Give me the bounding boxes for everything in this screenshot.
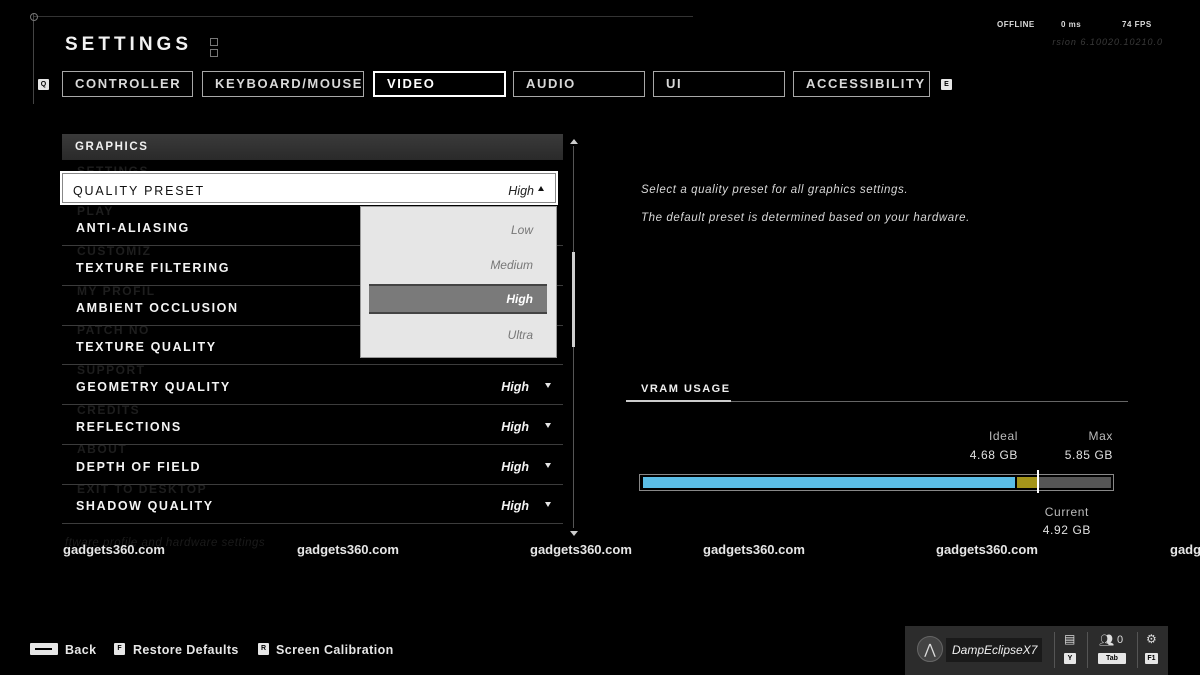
caret-down-icon	[545, 463, 551, 468]
setting-row-reflections[interactable]: REFLECTIONS High	[62, 407, 563, 445]
setting-value: High	[501, 499, 529, 513]
dropdown-option-low[interactable]: Low	[369, 215, 547, 245]
gear-icon[interactable]: ⚙	[1146, 632, 1157, 646]
vram-title: VRAM USAGE	[641, 383, 731, 395]
description-line-1: Select a quality preset for all graphics…	[641, 184, 909, 196]
setting-label: TEXTURE FILTERING	[76, 261, 231, 275]
network-status: OFFLINE	[997, 20, 1035, 29]
vram-bar-ideal-fill	[643, 477, 1016, 488]
profile-divider	[1137, 632, 1138, 668]
tab-next-key[interactable]: E	[941, 79, 952, 90]
vram-current-marker	[1036, 470, 1039, 493]
watermark-text: gadgets360.com	[63, 542, 165, 557]
vram-bar-remaining	[1038, 477, 1111, 488]
tab-accessibility[interactable]: ACCESSIBILITY	[793, 71, 930, 97]
setting-value: High	[501, 380, 529, 394]
tab-keyboard-mouse[interactable]: KEYBOARD/MOUSE	[202, 71, 364, 97]
calibration-key[interactable]: R	[258, 643, 269, 655]
caret-down-icon	[545, 502, 551, 507]
vram-max-value: 5.85 GB	[1064, 448, 1113, 462]
caret-up-icon	[538, 186, 544, 191]
tab-ui[interactable]: UI	[653, 71, 785, 97]
version-text: rsion 6.10020.10210.0	[1052, 37, 1163, 47]
watermark-text: gadgets360.com	[297, 542, 399, 557]
header-accent-line	[33, 14, 34, 104]
setting-row-quality-preset[interactable]: QUALITY PRESET High	[60, 171, 558, 205]
back-key-icon[interactable]	[30, 643, 58, 655]
vram-bar-over-fill	[1017, 477, 1037, 488]
header-accent-dot	[30, 13, 38, 21]
setting-label: GEOMETRY QUALITY	[76, 380, 231, 394]
avatar[interactable]: ⋀	[917, 636, 943, 662]
watermark-text: gadgets360.com	[936, 542, 1038, 557]
scrollbar-thumb[interactable]	[572, 252, 575, 347]
profile-divider	[1087, 632, 1088, 668]
vram-ideal-value: 4.68 GB	[969, 448, 1018, 462]
friends-count: 0	[1117, 634, 1124, 646]
setting-row-shadow-quality[interactable]: SHADOW QUALITY High	[62, 486, 563, 524]
setting-label: REFLECTIONS	[76, 420, 182, 434]
setting-value: High	[508, 184, 534, 198]
setting-row-depth-of-field[interactable]: DEPTH OF FIELD High	[62, 447, 563, 485]
vram-current-label: Current	[1044, 505, 1089, 519]
header-rule	[33, 16, 693, 17]
section-header: GRAPHICS	[62, 134, 563, 160]
profile-divider	[1054, 632, 1055, 668]
watermark-text: gadgets360.com	[1170, 542, 1200, 557]
quality-preset-dropdown: Low Medium High Ultra	[360, 206, 557, 358]
setting-label: AMBIENT OCCLUSION	[76, 301, 239, 315]
setting-value: High	[501, 420, 529, 434]
setting-label: ANTI-ALIASING	[76, 221, 190, 235]
tab-controller[interactable]: CONTROLLER	[62, 71, 193, 97]
caret-down-icon	[545, 383, 551, 388]
gamertag[interactable]: DampEclipseX7	[946, 638, 1042, 662]
fps-readout: 74 FPS	[1122, 20, 1152, 29]
settings-key[interactable]: F1	[1145, 653, 1158, 664]
friends-key[interactable]: Tab	[1098, 653, 1126, 664]
setting-row-geometry-quality[interactable]: GEOMETRY QUALITY High	[62, 367, 563, 405]
ping-readout: 0 ms	[1061, 20, 1082, 29]
setting-label: TEXTURE QUALITY	[76, 340, 217, 354]
caret-down-icon	[545, 423, 551, 428]
vram-current-value: 4.92 GB	[1042, 523, 1091, 537]
restore-key[interactable]: F	[114, 643, 125, 655]
restore-defaults-button[interactable]: Restore Defaults	[133, 643, 239, 657]
dropdown-option-ultra[interactable]: Ultra	[369, 320, 547, 350]
dropdown-option-high[interactable]: High	[369, 284, 547, 314]
setting-label: SHADOW QUALITY	[76, 499, 214, 513]
tab-prev-key[interactable]: Q	[38, 79, 49, 90]
description-line-2: The default preset is determined based o…	[641, 212, 970, 224]
screen-calibration-button[interactable]: Screen Calibration	[276, 643, 394, 657]
setting-label: DEPTH OF FIELD	[76, 460, 202, 474]
vram-divider-highlight	[626, 400, 731, 402]
tab-video[interactable]: VIDEO	[373, 71, 506, 97]
scroll-up-arrow[interactable]	[570, 139, 578, 144]
setting-label: QUALITY PRESET	[73, 184, 205, 198]
dropdown-option-medium[interactable]: Medium	[369, 250, 547, 280]
setting-value: High	[501, 460, 529, 474]
vram-ideal-label: Ideal	[988, 429, 1018, 443]
vram-max-label: Max	[1088, 429, 1113, 443]
friends-icon[interactable]: 👥︎	[1099, 633, 1114, 647]
chat-icon[interactable]: ▤	[1064, 632, 1075, 646]
chat-key[interactable]: Y	[1064, 653, 1076, 664]
section-header-label: GRAPHICS	[75, 141, 149, 153]
back-button[interactable]: Back	[65, 643, 96, 657]
watermark-text: gadgets360.com	[703, 542, 805, 557]
scroll-down-arrow[interactable]	[570, 531, 578, 536]
page-title: SETTINGS	[65, 34, 193, 55]
ghost-nav-icons	[210, 38, 276, 57]
watermark-text: gadgets360.com	[530, 542, 632, 557]
tab-audio[interactable]: AUDIO	[513, 71, 645, 97]
